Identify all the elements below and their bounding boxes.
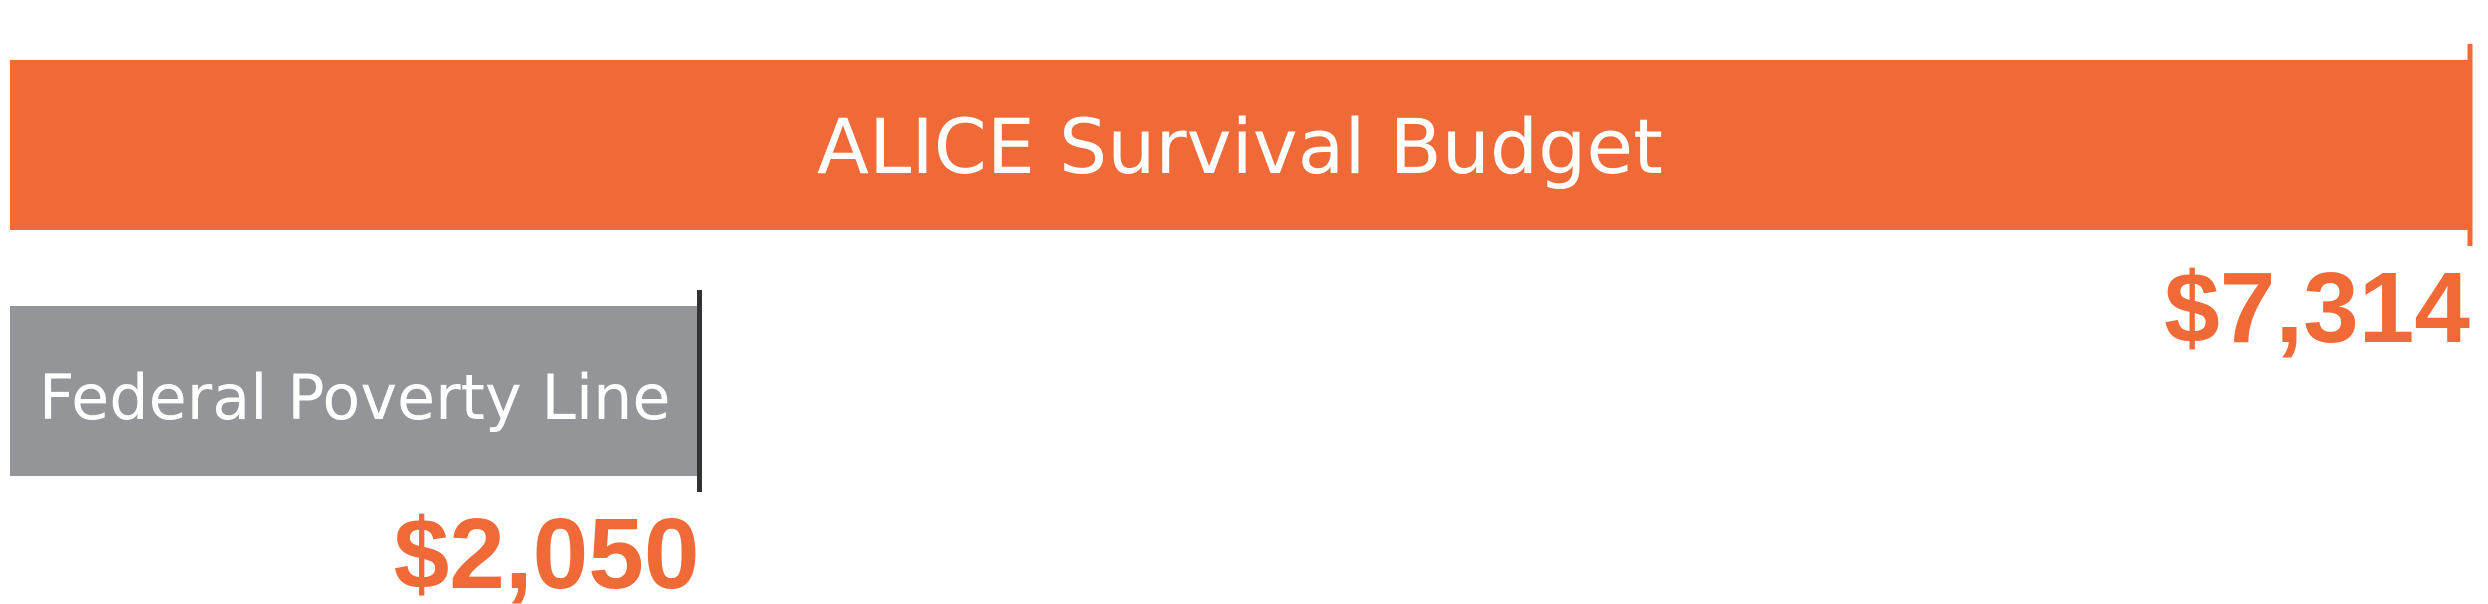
bar-chart: ALICE Survival Budget Federal Poverty Lin… xyxy=(10,44,2473,604)
bar-label-alice-survival-budget: ALICE Survival Budget xyxy=(817,102,1663,191)
bar-label-federal-poverty-line: Federal Poverty Line xyxy=(39,361,671,434)
value-label-alice-survival-budget: $7,314 xyxy=(2164,252,2470,364)
value-label-federal-poverty-line: $2,050 xyxy=(394,498,700,604)
value-labels-layer: $7,314 $2,050 xyxy=(394,252,2471,604)
